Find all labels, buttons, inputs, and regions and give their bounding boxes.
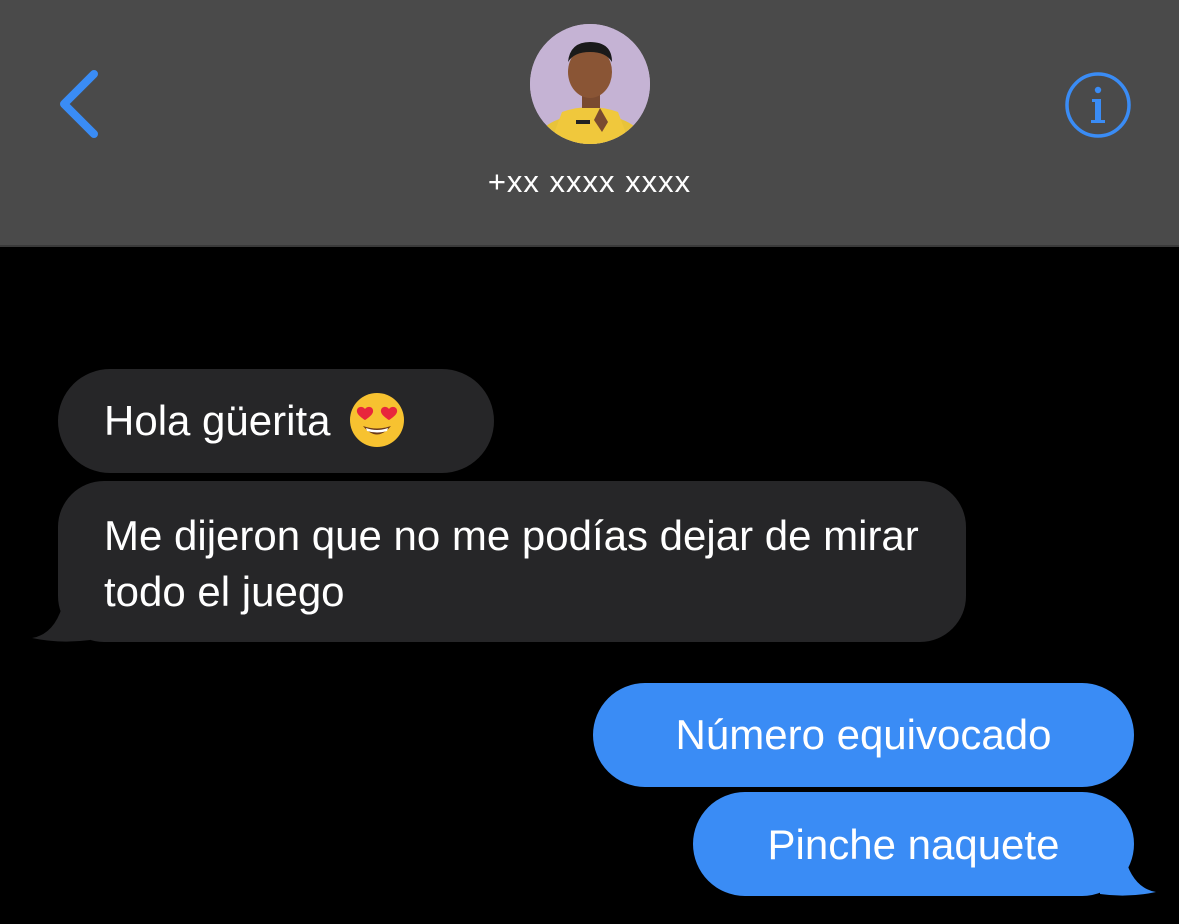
chevron-left-icon [60, 70, 98, 138]
conversation-header: +xx xxxx xxxx [0, 0, 1179, 247]
incoming-message-bubble[interactable]: Me dijeron que no me podías dejar de mir… [58, 481, 966, 642]
avatar-photo [530, 24, 650, 144]
incoming-bubble-tail [32, 600, 90, 642]
contact-name[interactable]: +xx xxxx xxxx [0, 164, 1179, 200]
outgoing-message-bubble[interactable]: Pinche naquete [693, 792, 1134, 896]
incoming-message-bubble[interactable]: Hola güerita [58, 369, 494, 473]
info-circle-icon [1065, 72, 1131, 138]
back-button[interactable] [50, 66, 110, 142]
info-button[interactable] [1063, 70, 1133, 140]
outgoing-message-bubble[interactable]: Número equivocado [593, 683, 1134, 787]
messages-screen: +xx xxxx xxxx Hola güerita Me dijeron qu… [0, 0, 1179, 924]
outgoing-bubble-tail [1100, 854, 1156, 896]
contact-avatar[interactable] [530, 24, 650, 144]
message-text: Hola güerita [104, 397, 331, 444]
heart-eyes-emoji-icon [350, 392, 405, 447]
